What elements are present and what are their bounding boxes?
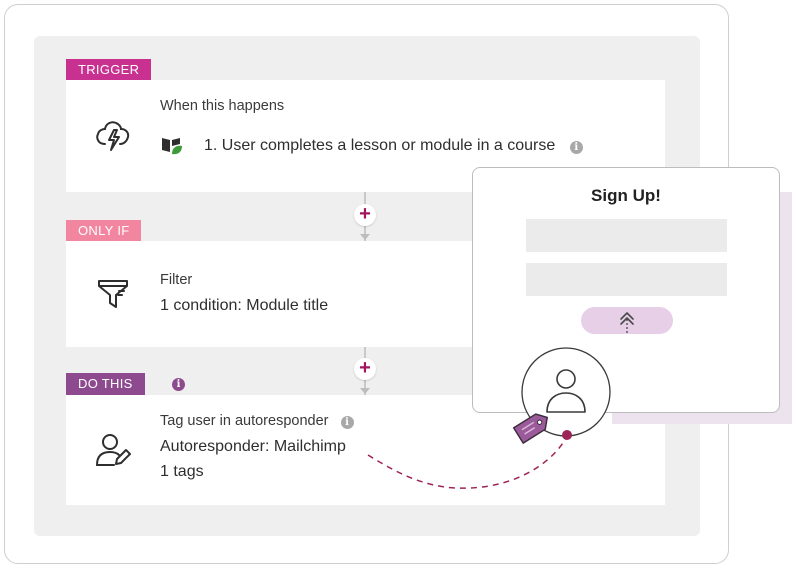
trigger-description-text: 1. User completes a lesson or module in … — [204, 137, 556, 154]
only-if-badge: ONLY IF — [66, 220, 142, 242]
trigger-description: 1. User completes a lesson or module in … — [204, 137, 583, 155]
trigger-heading: When this happens — [160, 98, 285, 114]
arrow-down-icon — [360, 388, 370, 394]
book-leaf-icon — [160, 134, 184, 161]
arrow-down-icon — [360, 234, 370, 240]
add-step-button-1[interactable]: + — [354, 204, 376, 226]
signup-field-1[interactable] — [526, 219, 727, 252]
filter-description: 1 condition: Module title — [160, 297, 329, 314]
filter-heading: Filter — [160, 272, 193, 288]
info-icon[interactable]: i — [172, 378, 185, 391]
lightning-icon — [94, 118, 132, 159]
cursor-arrow-icon — [620, 312, 634, 339]
info-icon[interactable]: i — [569, 141, 583, 154]
signup-title: Sign Up! — [591, 186, 661, 205]
signup-field-2[interactable] — [526, 263, 727, 296]
user-edit-icon — [94, 431, 132, 474]
action-description: Autoresponder: Mailchimp — [160, 438, 346, 455]
action-detail: 1 tags — [160, 463, 204, 480]
action-heading-text: Tag user in autoresponder — [160, 413, 329, 429]
add-step-button-2[interactable]: + — [354, 358, 376, 380]
action-heading: Tag user in autoresponder i — [160, 413, 354, 429]
signup-form: Sign Up! — [472, 167, 780, 413]
trigger-badge: TRIGGER — [66, 59, 152, 81]
do-this-badge: DO THIS — [66, 373, 145, 395]
funnel-icon — [96, 277, 130, 316]
signup-submit-button[interactable] — [581, 307, 673, 339]
info-icon[interactable]: i — [340, 416, 354, 429]
